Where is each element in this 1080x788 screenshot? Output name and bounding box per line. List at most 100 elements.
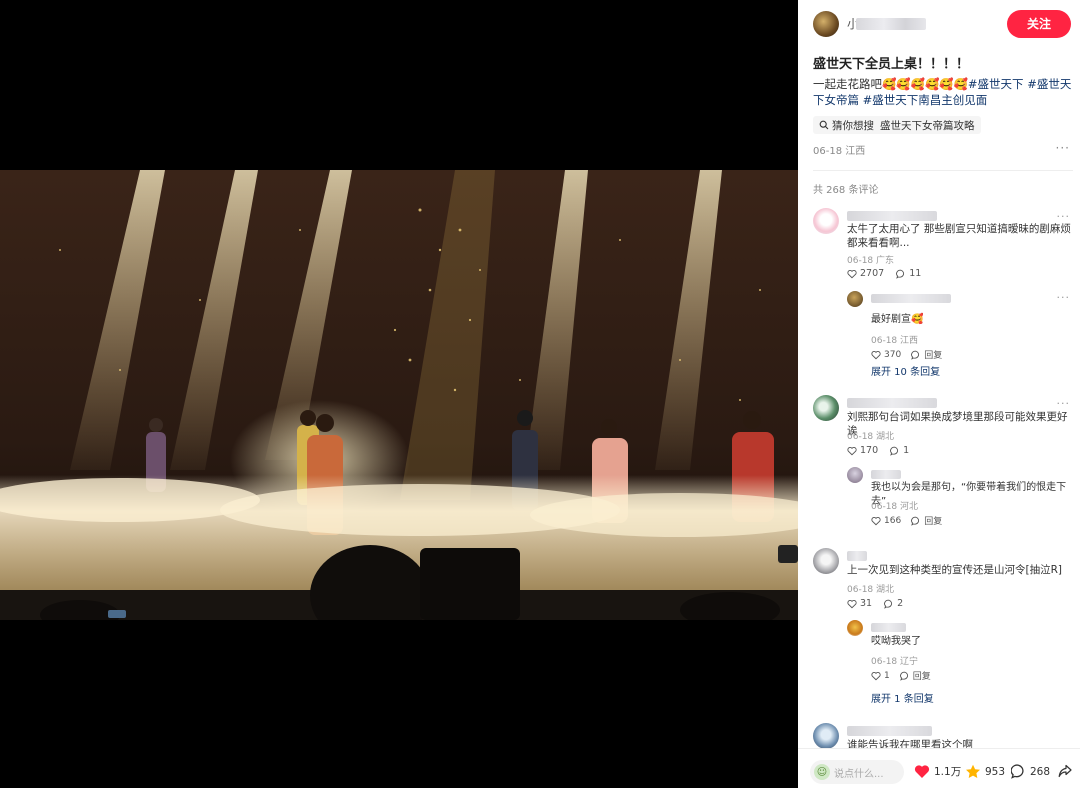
follow-button[interactable]: 关注 — [1007, 10, 1071, 38]
comment-item: 谁能告诉我在哪里看这个啊 — [813, 723, 1075, 748]
heart-icon — [871, 516, 881, 525]
search-icon — [819, 120, 829, 130]
reply-text: 哎呦我哭了 — [871, 636, 921, 647]
reply-count-button[interactable]: 1 — [890, 445, 909, 456]
comment-date: 06-18 广东 — [847, 256, 895, 266]
like-button[interactable]: 31 — [847, 598, 872, 609]
search-query: 盛世天下女帝篇攻略 — [880, 119, 975, 132]
comments-button[interactable]: 268 — [1011, 764, 1050, 779]
reply-avatar[interactable] — [847, 291, 863, 307]
comment-item: 上一次见到这种类型的宣传还是山河令[抽泣R] 06-18 湖北 31 2 哎呦我… — [813, 548, 1075, 708]
comment-author-redacted[interactable] — [847, 398, 937, 408]
reply-icon — [911, 350, 920, 360]
post-body: 一起走花路吧🥰🥰🥰🥰🥰🥰#盛世天下 #盛世天下女帝篇 #盛世天下南昌主创见面 — [813, 76, 1075, 108]
share-button[interactable] — [1058, 764, 1076, 778]
comment-icon — [1011, 764, 1024, 779]
comment-text: 太牛了太用心了 那些剧宣只知道搞暧昧的剧麻烦都来看看啊... — [847, 223, 1071, 249]
reply-label: 回复 — [924, 351, 943, 361]
hashtag[interactable]: #盛世天下 — [968, 77, 1024, 91]
comment-item: ··· 刘熙那句台词如果换成梦境里那段可能效果更好诶 06-18 湖北 170 … — [813, 395, 1075, 535]
reply-avatar[interactable] — [847, 467, 863, 483]
comment-avatar[interactable] — [813, 548, 839, 574]
comment-count: 共 268 条评论 — [813, 185, 879, 196]
like-button[interactable]: 170 — [847, 445, 878, 456]
comment-author-redacted[interactable] — [847, 551, 867, 561]
comment-author-redacted[interactable] — [847, 726, 932, 736]
post-body-text: 一起走花路吧🥰🥰🥰🥰🥰🥰 — [813, 77, 968, 91]
hashtag[interactable]: #盛世天下南昌主创见面 — [863, 93, 988, 107]
heart-icon — [871, 350, 881, 359]
bottom-action-bar: ☺ 说点什么... 1.1万 953 268 — [798, 748, 1080, 788]
author-row: 小 关注 — [813, 10, 1071, 38]
like-button[interactable]: 370 — [871, 350, 901, 360]
reply-author-redacted[interactable] — [871, 623, 906, 632]
comment-actions: 2707 11 — [847, 268, 933, 279]
author-name[interactable]: 小 — [847, 17, 927, 31]
like-count: 2707 — [860, 268, 885, 279]
expand-replies-link[interactable]: 展开 10 条回复 — [871, 363, 940, 378]
comment-actions: 31 2 — [847, 598, 915, 609]
post-title: 盛世天下全员上桌！！！！ — [813, 57, 970, 72]
reply-button[interactable]: 回复 — [899, 669, 931, 682]
comment-avatar[interactable] — [813, 208, 839, 234]
post-comment-count: 268 — [1030, 765, 1051, 778]
search-suggestion-chip[interactable]: 猜你想搜 盛世天下女帝篇攻略 — [813, 116, 981, 134]
comment-list[interactable]: ··· 太牛了太用心了 那些剧宣只知道搞暧昧的剧麻烦都来看看啊... 06-18… — [798, 200, 1080, 748]
like-button[interactable]: 2707 — [847, 268, 884, 279]
reply-date: 06-18 辽宁 — [871, 657, 919, 667]
emoji-icon[interactable]: ☺ — [814, 764, 830, 780]
reply-label: 回复 — [912, 672, 931, 682]
like-button[interactable]: 166 — [871, 516, 901, 526]
more-icon[interactable]: ··· — [1057, 291, 1071, 304]
post-like-count: 1.1万 — [934, 766, 962, 778]
reply-count-button[interactable]: 11 — [896, 268, 921, 279]
like-post-button[interactable]: 1.1万 — [914, 764, 961, 779]
comment-icon — [890, 446, 899, 456]
reply-count-button[interactable]: 2 — [884, 598, 903, 609]
comment-text: 上一次见到这种类型的宣传还是山河令[抽泣R] — [847, 564, 1062, 576]
reply-actions: 1 回复 — [871, 669, 941, 682]
heart-icon — [871, 671, 881, 680]
reply-actions: 166 回复 — [871, 514, 952, 527]
search-prefix: 猜你想搜 — [832, 119, 874, 132]
comment-date: 06-18 湖北 — [847, 585, 895, 595]
comment-avatar[interactable] — [813, 395, 839, 421]
like-count: 31 — [860, 598, 873, 609]
reply-item: 我也以为会是那句，“你要带着我们的恨走下去” 06-18 河北 166 回复 — [847, 467, 1075, 527]
heart-icon — [847, 269, 857, 278]
reply-author-redacted[interactable] — [871, 294, 951, 303]
like-button[interactable]: 1 — [871, 671, 890, 681]
comment-input-placeholder: 说点什么... — [834, 768, 884, 780]
video-frame[interactable] — [0, 170, 798, 620]
like-count: 170 — [860, 445, 879, 456]
expand-replies-link[interactable]: 展开 1 条回复 — [871, 690, 934, 705]
media-viewer[interactable] — [0, 0, 798, 788]
reply-avatar[interactable] — [847, 620, 863, 636]
reply-button[interactable]: 回复 — [911, 514, 942, 527]
reply-author-redacted[interactable] — [871, 470, 901, 479]
reply-item: ··· 最好剧宣🥰 06-18 江西 370 回复 — [847, 291, 1075, 361]
more-icon[interactable]: ··· — [1056, 141, 1070, 155]
collect-button[interactable]: 953 — [965, 764, 1005, 779]
like-count: 1 — [884, 670, 890, 681]
comment-icon — [884, 599, 893, 609]
reply-item: 哎呦我哭了 06-18 辽宁 1 回复 — [847, 620, 1075, 682]
comment-author-redacted[interactable] — [847, 211, 937, 221]
post-collect-count: 953 — [985, 765, 1006, 778]
heart-icon — [847, 446, 857, 455]
comment-avatar[interactable] — [813, 723, 839, 748]
like-count: 166 — [884, 515, 902, 526]
heart-icon — [847, 599, 857, 608]
more-icon[interactable]: ··· — [1057, 397, 1071, 410]
post-date-location: 06-18 江西 — [813, 146, 866, 157]
reply-count: 2 — [897, 598, 904, 609]
comment-input[interactable]: ☺ 说点什么... — [810, 760, 904, 784]
comment-item: ··· 太牛了太用心了 那些剧宣只知道搞暧昧的剧麻烦都来看看啊... 06-18… — [813, 208, 1075, 383]
comment-text: 谁能告诉我在哪里看这个啊 — [847, 739, 973, 748]
reply-button[interactable]: 回复 — [911, 348, 942, 361]
author-avatar[interactable] — [813, 11, 839, 37]
reply-icon — [911, 516, 920, 526]
reply-date: 06-18 江西 — [871, 336, 919, 346]
comment-date: 06-18 湖北 — [847, 432, 895, 442]
comment-actions: 170 1 — [847, 445, 921, 456]
